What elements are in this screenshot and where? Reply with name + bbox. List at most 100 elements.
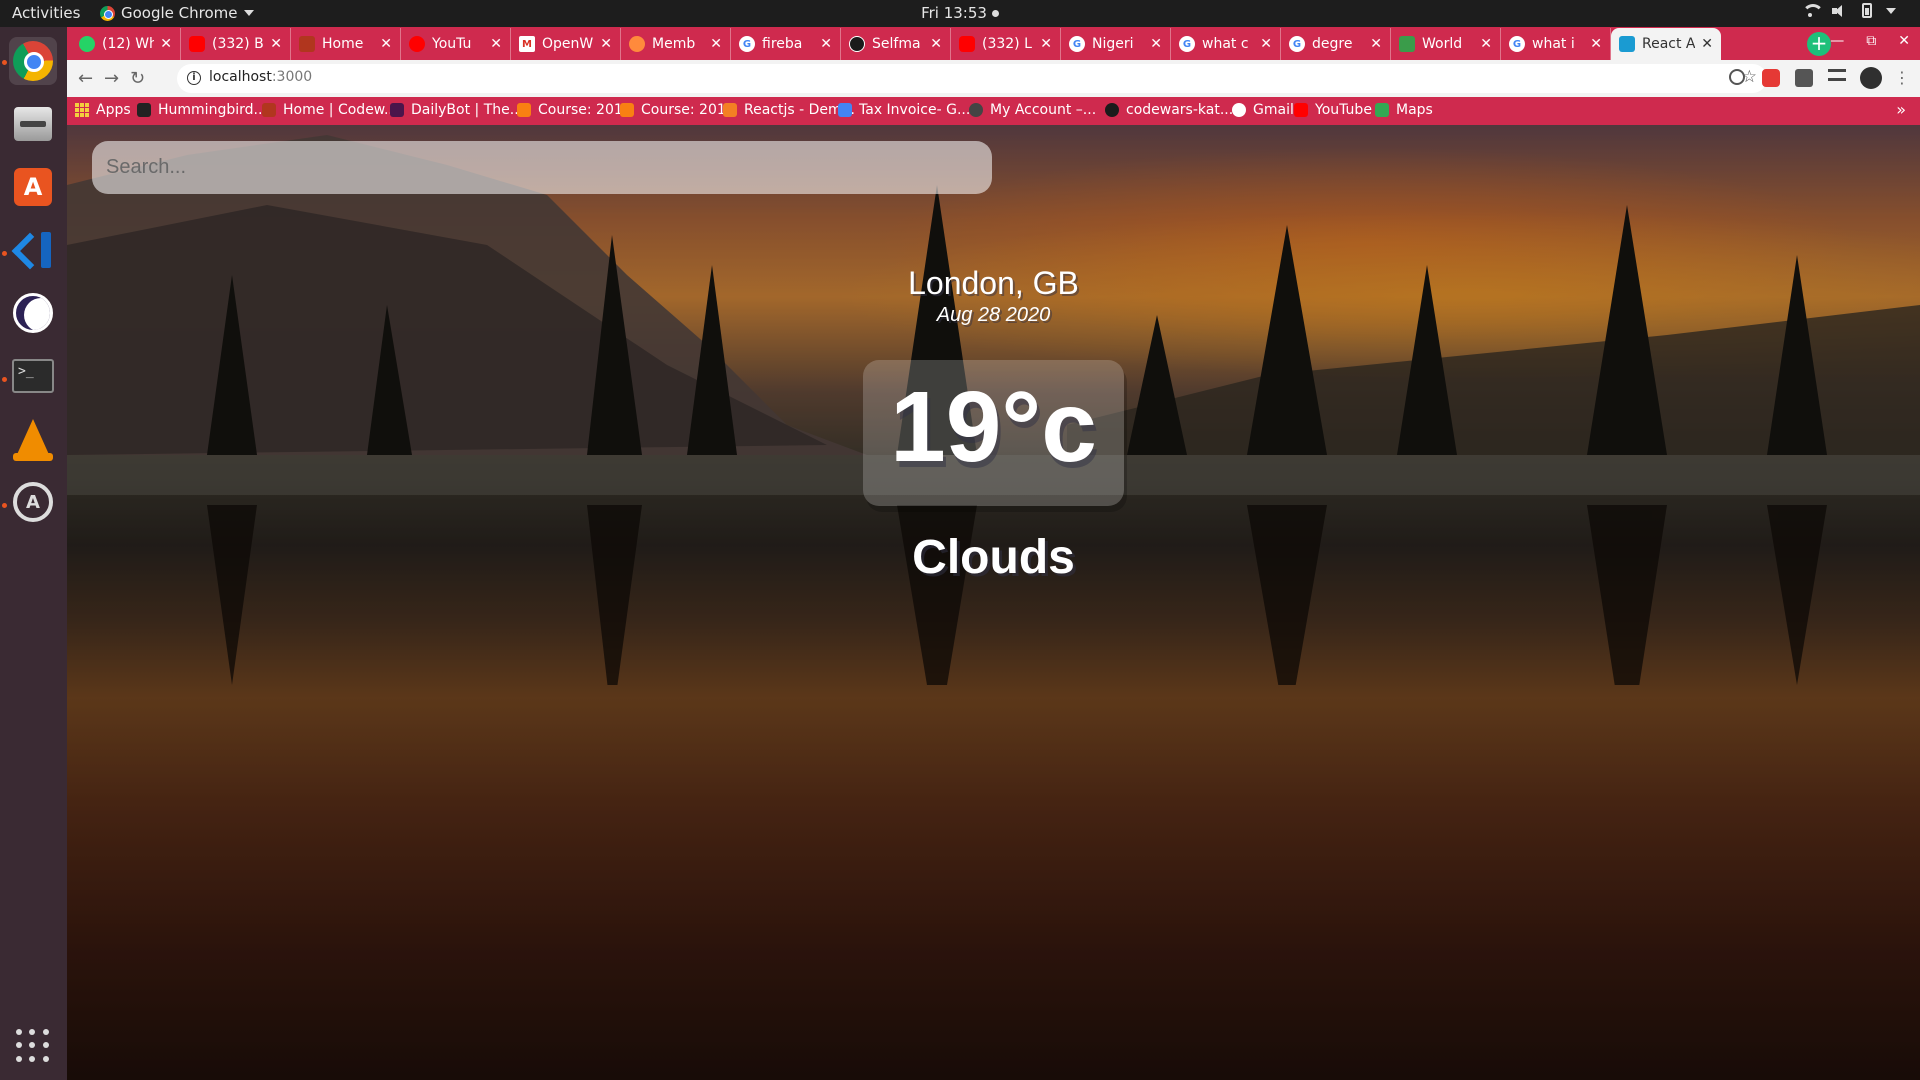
- tab[interactable]: React A ✕: [1611, 28, 1721, 60]
- maximize-icon[interactable]: ⧉: [1866, 33, 1876, 49]
- tab[interactable]: Memb ✕: [621, 28, 731, 60]
- tab[interactable]: (332) L ✕: [951, 28, 1061, 60]
- close-icon[interactable]: ✕: [1370, 36, 1382, 52]
- bookmark-label: YouTube: [1315, 102, 1372, 118]
- tab[interactable]: World ✕: [1391, 28, 1501, 60]
- bookmark-item[interactable]: Home | Codew...: [262, 102, 397, 118]
- tab-label: Home: [322, 36, 364, 52]
- close-icon[interactable]: ✕: [1040, 36, 1052, 52]
- bookmark-item[interactable]: Apps: [75, 102, 131, 118]
- tab[interactable]: Gwhat c ✕: [1171, 28, 1281, 60]
- bookmark-item[interactable]: Course: 2019: [517, 102, 632, 118]
- new-tab-button[interactable]: +: [1807, 32, 1831, 56]
- slack-icon: [390, 103, 404, 117]
- tab-label: World: [1422, 36, 1463, 52]
- tab[interactable]: Home ✕: [291, 28, 401, 60]
- whatsapp-icon: [79, 36, 95, 52]
- kebab-menu-icon[interactable]: ⋮: [1894, 68, 1910, 87]
- dock-software-updater[interactable]: A: [9, 478, 57, 526]
- bookmark-item[interactable]: Maps: [1375, 102, 1433, 118]
- close-icon[interactable]: ✕: [930, 36, 942, 52]
- close-icon[interactable]: ✕: [1701, 36, 1713, 52]
- chevron-right-icon[interactable]: »: [1896, 100, 1906, 119]
- url-text[interactable]: localhost:3000: [209, 69, 312, 85]
- close-icon[interactable]: ✕: [820, 36, 832, 52]
- back-button[interactable]: ←: [78, 68, 93, 89]
- forward-button[interactable]: →: [104, 68, 119, 89]
- minimize-icon[interactable]: —: [1830, 33, 1844, 49]
- hummingbird-icon: [137, 103, 151, 117]
- close-icon[interactable]: ✕: [380, 36, 392, 52]
- account-icon: [969, 103, 983, 117]
- extensions-puzzle-icon[interactable]: [1795, 69, 1813, 87]
- bookmark-item[interactable]: YouTube: [1294, 102, 1372, 118]
- close-icon[interactable]: ✕: [1260, 36, 1272, 52]
- tab[interactable]: YouTu ✕: [401, 28, 511, 60]
- bookmark-item[interactable]: DailyBot | The...: [390, 102, 523, 118]
- dock-vlc[interactable]: [9, 415, 57, 463]
- info-icon[interactable]: i: [187, 71, 201, 85]
- tab[interactable]: Selfma ✕: [841, 28, 951, 60]
- youtube-music-icon: [409, 36, 425, 52]
- bookmark-label: Home | Codew...: [283, 102, 398, 118]
- weather-app: London, GB Aug 28 2020 19°c Clouds: [67, 125, 1920, 1080]
- close-icon[interactable]: ✕: [1590, 36, 1602, 52]
- close-icon[interactable]: ✕: [600, 36, 612, 52]
- clock-label: Fri 13:53: [921, 4, 987, 22]
- tab-label: what c: [1202, 36, 1249, 52]
- location-label: London, GB: [908, 265, 1079, 301]
- bookmark-label: Gmail: [1253, 102, 1294, 118]
- bookmark-item[interactable]: Tax Invoice- G...: [838, 102, 970, 118]
- close-icon[interactable]: ✕: [490, 36, 502, 52]
- volume-icon: [1832, 4, 1848, 18]
- close-window-icon[interactable]: ✕: [1898, 33, 1910, 49]
- tab-label: React A: [1642, 36, 1696, 52]
- tab[interactable]: (12) Wh ✕: [71, 28, 181, 60]
- bookmark-item[interactable]: My Account –...: [969, 102, 1096, 118]
- close-icon[interactable]: ✕: [1150, 36, 1162, 52]
- profile-avatar[interactable]: [1860, 67, 1882, 89]
- dock-files[interactable]: [9, 100, 57, 148]
- weather-condition: Clouds: [912, 531, 1075, 584]
- extension-red-icon[interactable]: [1762, 69, 1780, 87]
- tab[interactable]: Gfireba ✕: [731, 28, 841, 60]
- app-grid-icon: [16, 1029, 50, 1063]
- running-indicator: [2, 503, 7, 508]
- search-input[interactable]: [92, 141, 992, 194]
- close-icon[interactable]: ✕: [160, 36, 172, 52]
- github-icon: [1105, 103, 1119, 117]
- bookmark-item[interactable]: Reactjs - Dem...: [723, 102, 855, 118]
- close-icon[interactable]: ✕: [1480, 36, 1492, 52]
- dock-eclipse[interactable]: [9, 289, 57, 337]
- github-icon: [849, 36, 865, 52]
- reading-list-icon[interactable]: [1828, 69, 1846, 81]
- tab[interactable]: (332) B ✕: [181, 28, 291, 60]
- show-applications-button[interactable]: [9, 1022, 57, 1070]
- tab-label: fireba: [762, 36, 803, 52]
- clock[interactable]: Fri 13:53: [0, 4, 1920, 22]
- bookmark-item[interactable]: Course: 2019: [620, 102, 735, 118]
- dock-vscode[interactable]: [9, 226, 57, 274]
- bookmark-item[interactable]: Gmail: [1232, 102, 1294, 118]
- tab[interactable]: Gdegre ✕: [1281, 28, 1391, 60]
- dock-software-center[interactable]: A: [9, 163, 57, 211]
- bookmark-item[interactable]: Hummingbird...: [137, 102, 267, 118]
- dock-terminal[interactable]: >_: [9, 352, 57, 400]
- tab[interactable]: M OpenW ✕: [511, 28, 621, 60]
- reload-button[interactable]: ↻: [130, 68, 145, 89]
- dock-chrome[interactable]: [9, 37, 57, 85]
- tab[interactable]: G Nigeri ✕: [1061, 28, 1171, 60]
- address-bar[interactable]: i localhost:3000 ☆: [177, 64, 1767, 93]
- extension-circle-icon[interactable]: [1729, 69, 1745, 85]
- close-icon[interactable]: ✕: [710, 36, 722, 52]
- bookmark-item[interactable]: codewars-kat...: [1105, 102, 1233, 118]
- dock: A >_ A: [0, 27, 67, 1080]
- close-icon[interactable]: ✕: [270, 36, 282, 52]
- stackoverflow-icon: [723, 103, 737, 117]
- tab-label: degre: [1312, 36, 1353, 52]
- tab[interactable]: Gwhat i ✕: [1501, 28, 1611, 60]
- running-indicator: [2, 60, 7, 65]
- system-tray[interactable]: [1802, 3, 1896, 18]
- tab-label: what i: [1532, 36, 1575, 52]
- codewars-icon: [299, 36, 315, 52]
